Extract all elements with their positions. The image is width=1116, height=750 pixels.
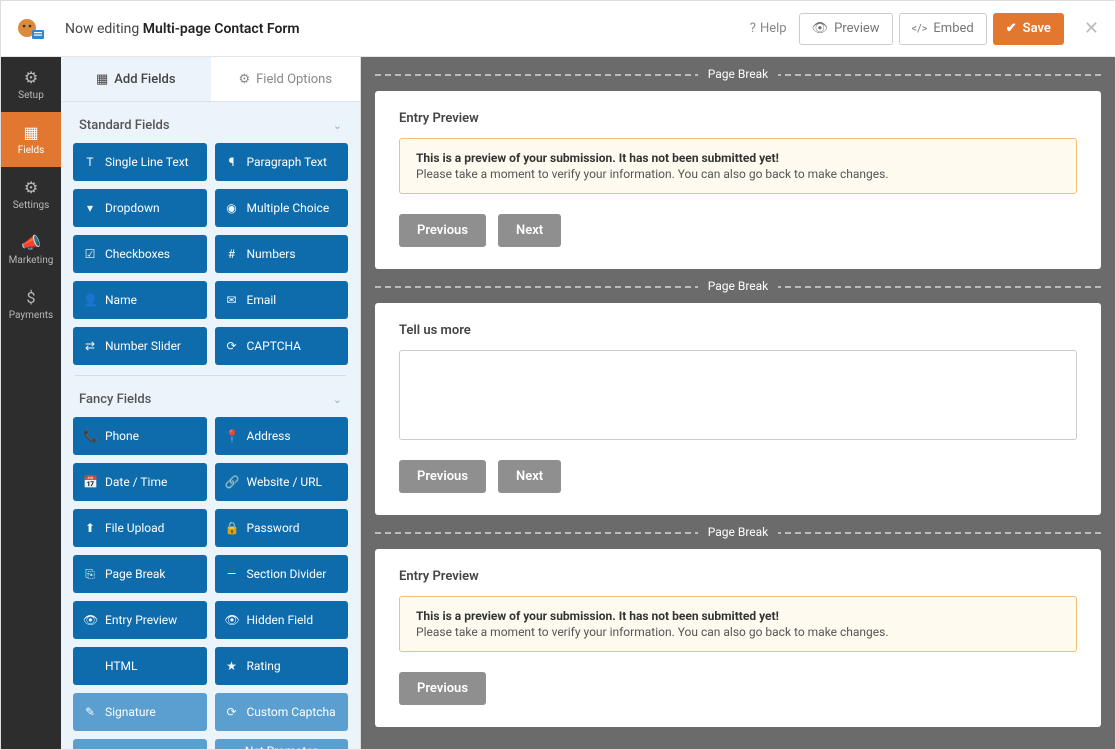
field-icon: 📅 — [83, 475, 97, 489]
field-icon: 📞 — [83, 429, 97, 443]
field-icon: T — [83, 155, 97, 169]
setup-icon: ⚙ — [24, 68, 38, 87]
page-break-divider: Page Break — [375, 515, 1101, 549]
field-icon: ✉ — [225, 293, 239, 307]
field-html[interactable]: HTML — [73, 647, 207, 685]
field-icon: 👁 — [225, 613, 239, 627]
fields-sidebar: ▦ Add Fields ⚙ Field Options Standard Fi… — [61, 57, 361, 749]
field-icon: ⎘ — [83, 567, 97, 582]
editing-label: Now editing Multi-page Contact Form — [65, 21, 300, 37]
field-icon: 👁 — [83, 613, 97, 627]
form-card[interactable]: Entry Preview This is a preview of your … — [375, 91, 1101, 269]
textarea-input[interactable] — [399, 350, 1077, 440]
leftnav-item-settings[interactable]: ⚙Settings — [1, 167, 61, 222]
field-title: Entry Preview — [399, 111, 1077, 126]
field-title: Tell us more — [399, 323, 1077, 338]
field-rating[interactable]: ★Rating — [215, 647, 349, 685]
help-link[interactable]: ? Help — [750, 21, 787, 36]
previous-button[interactable]: Previous — [399, 460, 486, 493]
field-icon: ▾ — [83, 201, 97, 215]
field-icon: ⇄ — [83, 339, 97, 353]
field-icon: ✎ — [83, 705, 97, 719]
section-header[interactable]: Fancy Fields⌄ — [73, 376, 348, 417]
save-button[interactable]: ✔ Save — [993, 13, 1064, 45]
next-button[interactable]: Next — [498, 214, 561, 247]
help-icon: ? — [750, 21, 756, 36]
leftnav-item-marketing[interactable]: 📣Marketing — [1, 222, 61, 277]
topbar: Now editing Multi-page Contact Form ? He… — [1, 1, 1115, 57]
leftnav-item-fields[interactable]: ▦Fields — [1, 112, 61, 167]
field-address[interactable]: 📍Address — [215, 417, 349, 455]
field-title: Entry Preview — [399, 569, 1077, 584]
entry-preview-notice: This is a preview of your submission. It… — [399, 138, 1077, 194]
app-logo — [17, 15, 45, 43]
section-header[interactable]: Standard Fields⌄ — [73, 102, 348, 143]
preview-button[interactable]: 👁 Preview — [799, 13, 893, 45]
left-nav: ⚙Setup▦Fields⚙Settings📣Marketing$Payment… — [1, 57, 61, 749]
page-break-divider: Page Break — [375, 269, 1101, 303]
field-phone[interactable]: 📞Phone — [73, 417, 207, 455]
field-entry-preview[interactable]: 👁Entry Preview — [73, 601, 207, 639]
fields-icon: ▦ — [23, 123, 38, 142]
field-icon: ⟳ — [225, 339, 239, 353]
field-icon: 🔗 — [225, 475, 239, 489]
field-icon: ¶ — [225, 155, 239, 169]
next-button[interactable]: Next — [498, 460, 561, 493]
eye-icon: 👁 — [812, 21, 829, 36]
field-icon: — — [225, 567, 239, 581]
field-numbers[interactable]: #Numbers — [215, 235, 349, 273]
tab-add-fields[interactable]: ▦ Add Fields — [61, 57, 211, 101]
code-icon: </> — [912, 22, 928, 35]
field-icon: # — [225, 247, 239, 261]
payments-icon: $ — [27, 288, 36, 307]
sliders-icon: ⚙ — [238, 72, 250, 87]
field-paragraph-text[interactable]: ¶Paragraph Text — [215, 143, 349, 181]
field-icon: ⬆ — [83, 521, 97, 535]
field-name[interactable]: 👤Name — [73, 281, 207, 319]
tab-field-options[interactable]: ⚙ Field Options — [211, 57, 361, 101]
field-icon: ☑ — [83, 247, 97, 261]
field-date-time[interactable]: 📅Date / Time — [73, 463, 207, 501]
previous-button[interactable]: Previous — [399, 672, 486, 705]
field-custom-captcha[interactable]: ⟳Custom Captcha — [215, 693, 349, 731]
leftnav-item-setup[interactable]: ⚙Setup — [1, 57, 61, 112]
field-multiple-choice[interactable]: ◉Multiple Choice — [215, 189, 349, 227]
field-password[interactable]: 🔒Password — [215, 509, 349, 547]
chevron-down-icon: ⌄ — [333, 119, 342, 132]
field-likert-scale[interactable]: ▤Likert Scale — [73, 739, 207, 749]
field-file-upload[interactable]: ⬆File Upload — [73, 509, 207, 547]
grid-icon: ▦ — [96, 72, 108, 87]
entry-preview-notice: This is a preview of your submission. It… — [399, 596, 1077, 652]
settings-icon: ⚙ — [24, 178, 38, 197]
field-captcha[interactable]: ⟳CAPTCHA — [215, 327, 349, 365]
embed-button[interactable]: </> Embed — [899, 13, 987, 45]
leftnav-item-payments[interactable]: $Payments — [1, 277, 61, 332]
field-checkboxes[interactable]: ☑Checkboxes — [73, 235, 207, 273]
field-icon: 👤 — [83, 293, 97, 307]
check-icon: ✔ — [1006, 21, 1017, 36]
field-net-promoter-score[interactable]: ⊛Net Promoter Score — [215, 739, 349, 749]
chevron-down-icon: ⌄ — [333, 393, 342, 406]
field-icon: ⟳ — [225, 705, 239, 719]
field-icon: ◉ — [225, 201, 239, 215]
field-hidden-field[interactable]: 👁Hidden Field — [215, 601, 349, 639]
field-dropdown[interactable]: ▾Dropdown — [73, 189, 207, 227]
field-icon: 📍 — [225, 429, 239, 443]
field-section-divider[interactable]: —Section Divider — [215, 555, 349, 593]
form-card[interactable]: Tell us more Previous Next — [375, 303, 1101, 515]
field-single-line-text[interactable]: TSingle Line Text — [73, 143, 207, 181]
close-button[interactable]: ✕ — [1084, 18, 1099, 39]
field-page-break[interactable]: ⎘Page Break — [73, 555, 207, 593]
field-email[interactable]: ✉Email — [215, 281, 349, 319]
field-website-url[interactable]: 🔗Website / URL — [215, 463, 349, 501]
field-icon: ★ — [225, 659, 239, 673]
field-number-slider[interactable]: ⇄Number Slider — [73, 327, 207, 365]
field-signature[interactable]: ✎Signature — [73, 693, 207, 731]
previous-button[interactable]: Previous — [399, 214, 486, 247]
marketing-icon: 📣 — [21, 233, 41, 252]
form-canvas: Page BreakEntry Preview This is a previe… — [361, 57, 1115, 749]
field-icon: 🔒 — [225, 521, 239, 535]
form-card[interactable]: Entry Preview This is a preview of your … — [375, 549, 1101, 727]
page-break-divider: Page Break — [375, 57, 1101, 91]
